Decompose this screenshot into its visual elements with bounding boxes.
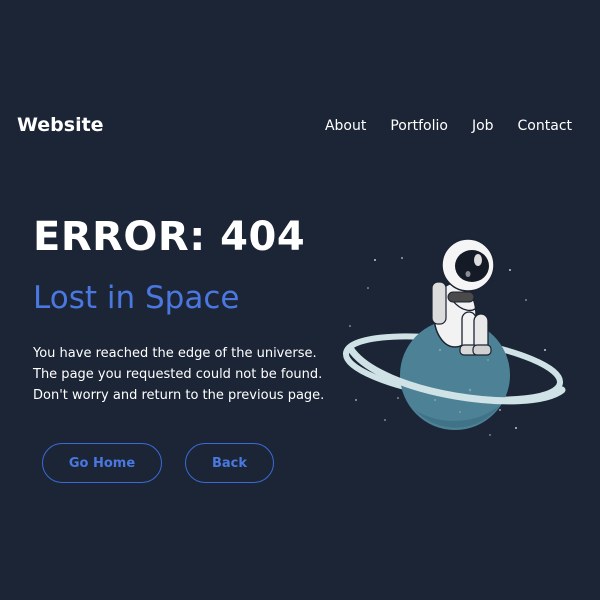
go-home-button[interactable]: Go Home [42, 443, 162, 483]
nav-link-contact[interactable]: Contact [518, 118, 572, 134]
nav-link-job[interactable]: Job [472, 118, 494, 134]
back-button[interactable]: Back [185, 443, 274, 483]
message-line: You have reached the edge of the univers… [33, 346, 317, 361]
error-message: You have reached the edge of the univers… [33, 343, 333, 406]
error-page: Website About Portfolio Job Contact ERRO… [0, 0, 600, 600]
site-logo[interactable]: Website [17, 114, 104, 136]
site-header: Website About Portfolio Job Contact [0, 112, 600, 142]
message-line: Don't worry and return to the previous p… [33, 388, 325, 403]
main-nav: About Portfolio Job Contact [325, 118, 572, 134]
error-subtitle: Lost in Space [33, 280, 240, 316]
message-line: The page you requested could not be foun… [33, 367, 323, 382]
nav-link-portfolio[interactable]: Portfolio [390, 118, 448, 134]
astronaut-on-planet-icon [340, 230, 580, 440]
nav-link-about[interactable]: About [325, 118, 366, 134]
error-title: ERROR: 404 [33, 214, 306, 260]
